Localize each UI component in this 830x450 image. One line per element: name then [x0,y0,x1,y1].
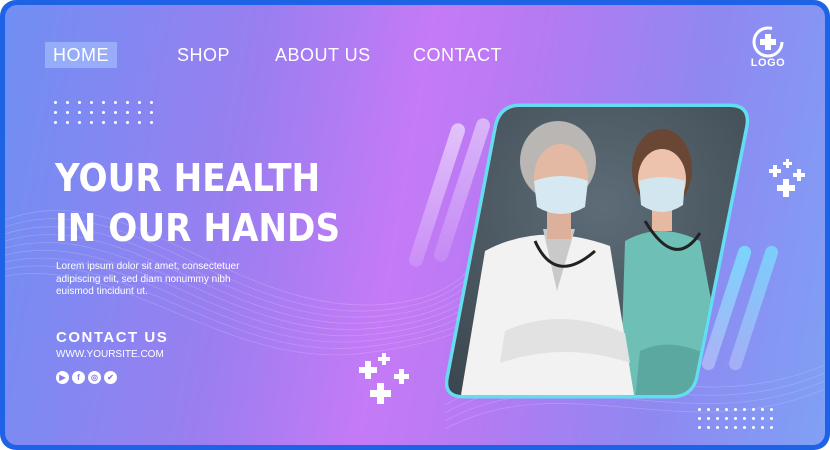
hero-headline: YOUR HEALTH IN OUR HANDS [55,153,340,253]
plus-signs-decoration [359,353,409,404]
nav-about-us[interactable]: ABOUT US [275,42,371,68]
contact-us-heading: CONTACT US [56,329,169,346]
dot-grid-decoration [698,408,773,429]
top-navigation: HOME SHOP ABOUT US CONTACT [5,42,605,72]
website-link[interactable]: WWW.YOURSITE.COM [56,349,164,360]
twitter-icon[interactable]: ✔ [104,371,117,384]
nav-contact[interactable]: CONTACT [413,42,502,68]
nav-shop[interactable]: SHOP [177,42,230,68]
headline-line-2: IN OUR HANDS [55,206,341,250]
description-line: Lorem ipsum dolor sit amet, consectetuer [56,261,240,272]
hero-description: Lorem ipsum dolor sit amet, consectetuer… [56,261,296,299]
plus-signs-decoration [769,159,805,197]
description-line: euismod tincidunt ut. [56,286,148,297]
social-icons: ▶ f ◎ ✔ [56,371,117,384]
logo-text: LOGO [750,57,786,69]
nav-home[interactable]: HOME [45,42,117,68]
description-line: adipiscing elit, sed diam nonummy nibh [56,273,231,285]
youtube-icon[interactable]: ▶ [56,371,69,384]
facebook-icon[interactable]: f [72,371,85,384]
dot-grid-decoration [54,101,153,124]
medical-cross-icon [752,26,784,58]
headline-line-1: YOUR HEALTH [55,156,321,200]
brand-logo[interactable]: LOGO [743,25,793,75]
hero-banner: HOME SHOP ABOUT US CONTACT LOGO YOUR HEA… [5,5,825,445]
two-doctors-in-masks-photo [445,101,757,401]
instagram-icon[interactable]: ◎ [88,371,101,384]
